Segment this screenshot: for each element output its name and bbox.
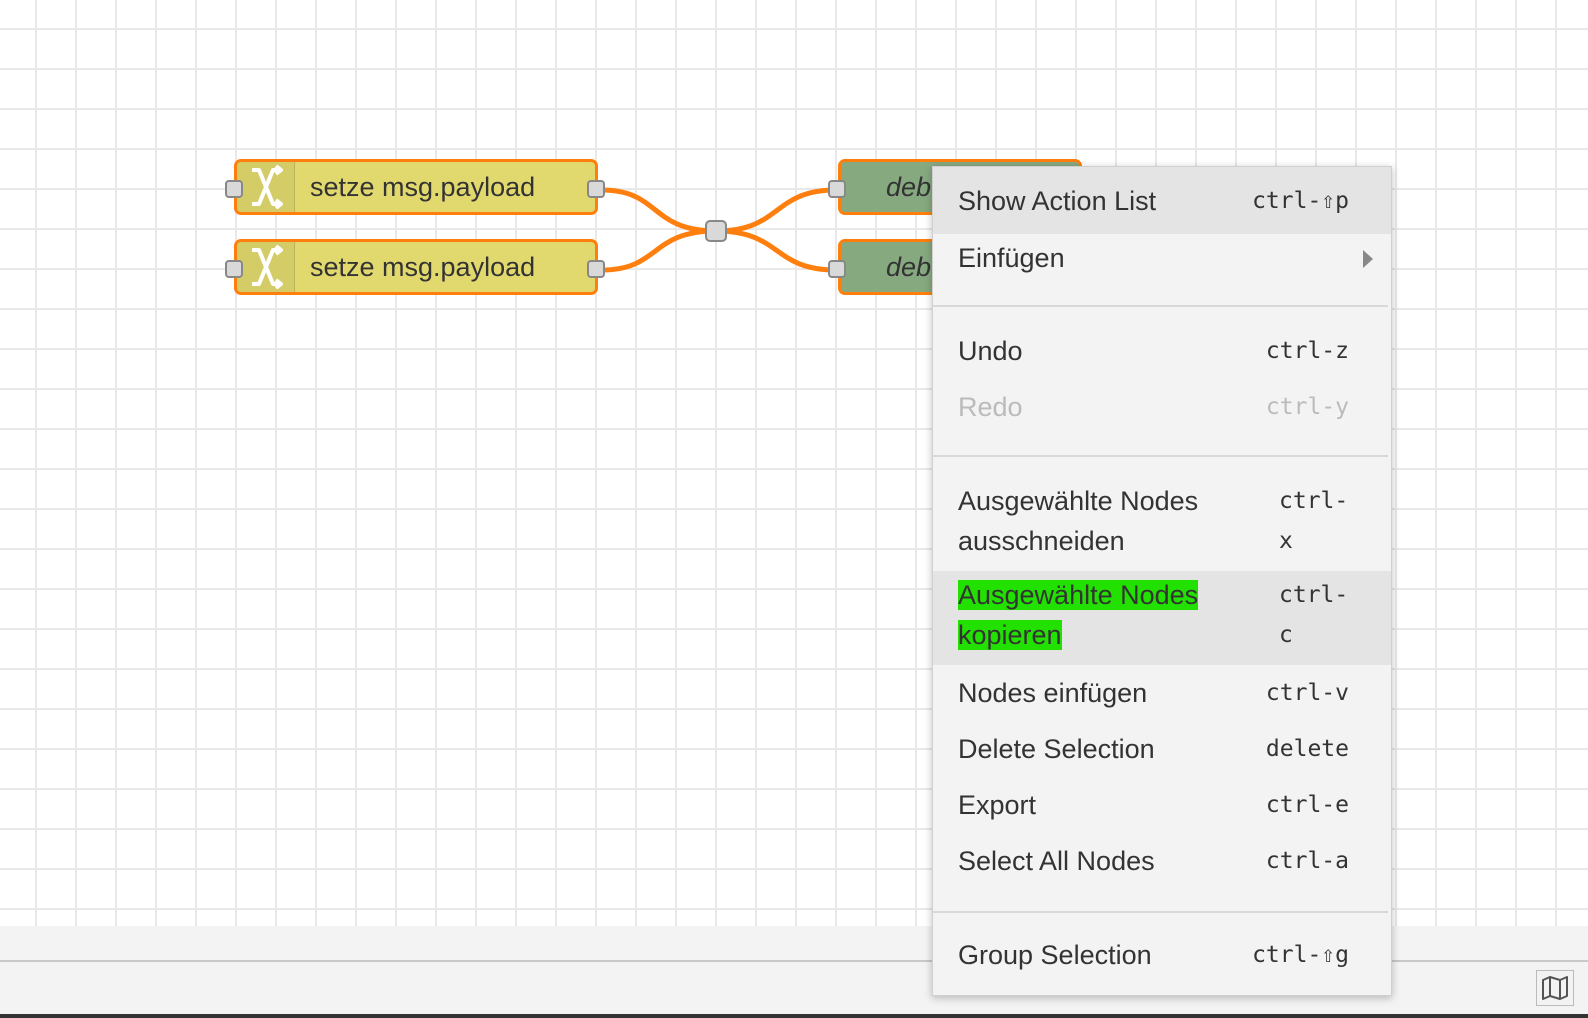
- change-node-1-input-port[interactable]: [225, 180, 243, 198]
- debug-node-label: deb: [886, 171, 932, 202]
- menu-item-show-action-list[interactable]: Show Action List ctrl-⇧p: [933, 167, 1391, 234]
- menu-item-shortcut: ctrl- c: [1279, 571, 1349, 655]
- change-node-icon-area: [237, 162, 295, 212]
- change-node-label: setze msg.payload: [310, 171, 536, 202]
- menu-item-label: Undo: [958, 336, 1023, 366]
- chevron-right-icon: [1363, 250, 1373, 268]
- menu-item-label: Ausgewählte Nodes ausschneiden: [958, 475, 1198, 561]
- menu-item-shortcut: ctrl-v: [1265, 680, 1349, 706]
- menu-item-label-line2: kopieren: [958, 620, 1062, 650]
- shuffle-icon: [251, 165, 283, 209]
- change-node-2[interactable]: setze msg.payload: [234, 239, 598, 295]
- shuffle-icon: [251, 245, 283, 289]
- menu-item-shortcut-line2: x: [1279, 528, 1293, 554]
- menu-item-label: Delete Selection: [958, 734, 1155, 764]
- menu-item-group-selection[interactable]: Group Selection ctrl-⇧g: [933, 929, 1391, 989]
- map-button[interactable]: [1536, 970, 1574, 1006]
- debug-node-label: deb: [886, 251, 932, 282]
- menu-item-shortcut: ctrl-⇧p: [1252, 188, 1349, 214]
- menu-item-shortcut: ctrl-z: [1265, 338, 1349, 364]
- wire-change2-junction[interactable]: [601, 228, 717, 273]
- change-node-2-output-port[interactable]: [587, 260, 605, 278]
- menu-item-label: Ausgewählte Nodes kopieren: [958, 571, 1199, 655]
- menu-item-insert[interactable]: Einfügen: [933, 234, 1391, 290]
- debug-node-2-input-port[interactable]: [828, 260, 846, 278]
- menu-item-undo[interactable]: Undo ctrl-z: [933, 325, 1391, 381]
- menu-separator: [933, 455, 1388, 457]
- menu-item-shortcut: delete: [1265, 736, 1349, 762]
- menu-item-shortcut: ctrl-⇧g: [1252, 942, 1349, 968]
- wire-junction[interactable]: [705, 220, 727, 242]
- menu-item-shortcut: ctrl-y: [1265, 394, 1349, 420]
- menu-item-label: Group Selection: [958, 940, 1152, 970]
- debug-node-1-input-port[interactable]: [828, 180, 846, 198]
- wire-junction-debug1[interactable]: [715, 187, 837, 234]
- menu-item-label: Export: [958, 790, 1037, 820]
- menu-item-label: Redo: [958, 392, 1023, 422]
- menu-item-shortcut-line1: ctrl-: [1279, 488, 1349, 514]
- menu-item-shortcut-line2: c: [1279, 622, 1293, 648]
- context-menu: Show Action List ctrl-⇧p Einfügen Undo c…: [932, 166, 1392, 996]
- map-icon: [1542, 976, 1568, 1000]
- wire-change1-junction[interactable]: [601, 187, 717, 234]
- menu-item-select-all[interactable]: Select All Nodes ctrl-a: [933, 835, 1391, 891]
- menu-item-export[interactable]: Export ctrl-e: [933, 779, 1391, 835]
- menu-item-label: Nodes einfügen: [958, 678, 1148, 708]
- menu-item-label: Einfügen: [958, 243, 1065, 273]
- menu-item-shortcut: ctrl-a: [1265, 848, 1349, 874]
- menu-item-cut[interactable]: Ausgewählte Nodes ausschneiden ctrl- x: [933, 475, 1391, 571]
- menu-separator: [933, 911, 1388, 913]
- menu-item-label: Select All Nodes: [958, 846, 1155, 876]
- menu-separator: [933, 305, 1388, 307]
- menu-item-label-line2: ausschneiden: [958, 526, 1125, 556]
- menu-item-label: Show Action List: [958, 186, 1157, 216]
- change-node-1[interactable]: setze msg.payload: [234, 159, 598, 215]
- change-node-label: setze msg.payload: [310, 251, 536, 282]
- menu-item-paste-nodes[interactable]: Nodes einfügen ctrl-v: [933, 667, 1391, 723]
- change-node-icon-area: [237, 242, 295, 292]
- menu-item-shortcut-line1: ctrl-: [1279, 582, 1349, 608]
- change-node-2-input-port[interactable]: [225, 260, 243, 278]
- menu-item-copy[interactable]: Ausgewählte Nodes kopieren ctrl- c: [933, 571, 1391, 665]
- change-node-1-output-port[interactable]: [587, 180, 605, 198]
- menu-item-delete-selection[interactable]: Delete Selection delete: [933, 723, 1391, 779]
- menu-item-label-line1: Ausgewählte Nodes: [958, 580, 1199, 610]
- menu-item-shortcut: ctrl- x: [1279, 475, 1349, 561]
- menu-item-label-line1: Ausgewählte Nodes: [958, 486, 1199, 516]
- wire-junction-debug2[interactable]: [715, 228, 837, 273]
- menu-item-redo: Redo ctrl-y: [933, 381, 1391, 437]
- menu-item-shortcut: ctrl-e: [1265, 792, 1349, 818]
